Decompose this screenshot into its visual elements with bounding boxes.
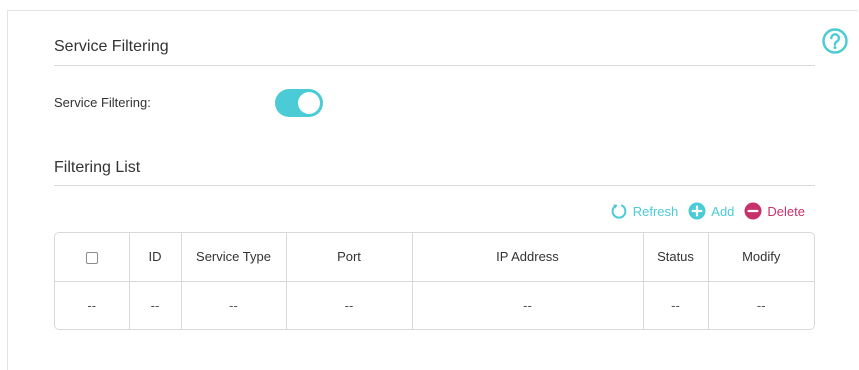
refresh-label: Refresh (632, 203, 679, 219)
refresh-icon (611, 204, 627, 219)
column-header-modify: Modify (708, 233, 814, 282)
section-divider (54, 65, 815, 66)
service-filtering-toggle[interactable] (275, 89, 323, 117)
select-all-cell (55, 233, 130, 282)
filtering-list-title: Filtering List (54, 159, 141, 176)
column-header-id: ID (129, 233, 182, 282)
list-actions: Refresh Add Delete (610, 202, 805, 220)
toggle-knob (298, 92, 320, 114)
service-filtering-label: Service Filtering: (54, 95, 151, 110)
section-divider (54, 185, 815, 186)
delete-button[interactable]: Delete (744, 202, 805, 220)
column-header-ip-address: IP Address (412, 233, 644, 282)
help-icon[interactable] (822, 28, 848, 54)
row-select-cell: -- (55, 281, 130, 329)
add-icon (688, 202, 706, 220)
select-all-checkbox[interactable] (85, 251, 98, 264)
row-modify-cell: -- (756, 297, 766, 313)
add-label: Add (711, 203, 735, 219)
add-button[interactable]: Add (688, 202, 734, 220)
table-row: -- -- -- -- -- -- -- (55, 281, 814, 329)
delete-icon (744, 202, 762, 220)
row-port-cell: -- (286, 281, 413, 329)
row-status-cell: -- (643, 281, 709, 329)
table-header-row: ID Service Type Port IP Address Status M… (55, 233, 814, 282)
row-ip-address-cell: -- (412, 281, 644, 329)
refresh-button[interactable]: Refresh (610, 202, 679, 220)
row-id-cell: -- (129, 281, 182, 329)
column-header-service-type: Service Type (181, 233, 287, 282)
column-header-status: Status (643, 233, 709, 282)
service-filtering-title: Service Filtering (54, 38, 169, 55)
column-header-port: Port (286, 233, 413, 282)
filtering-table: ID Service Type Port IP Address Status M… (54, 232, 815, 330)
row-service-type-cell: -- (181, 281, 287, 329)
delete-label: Delete (767, 203, 805, 219)
